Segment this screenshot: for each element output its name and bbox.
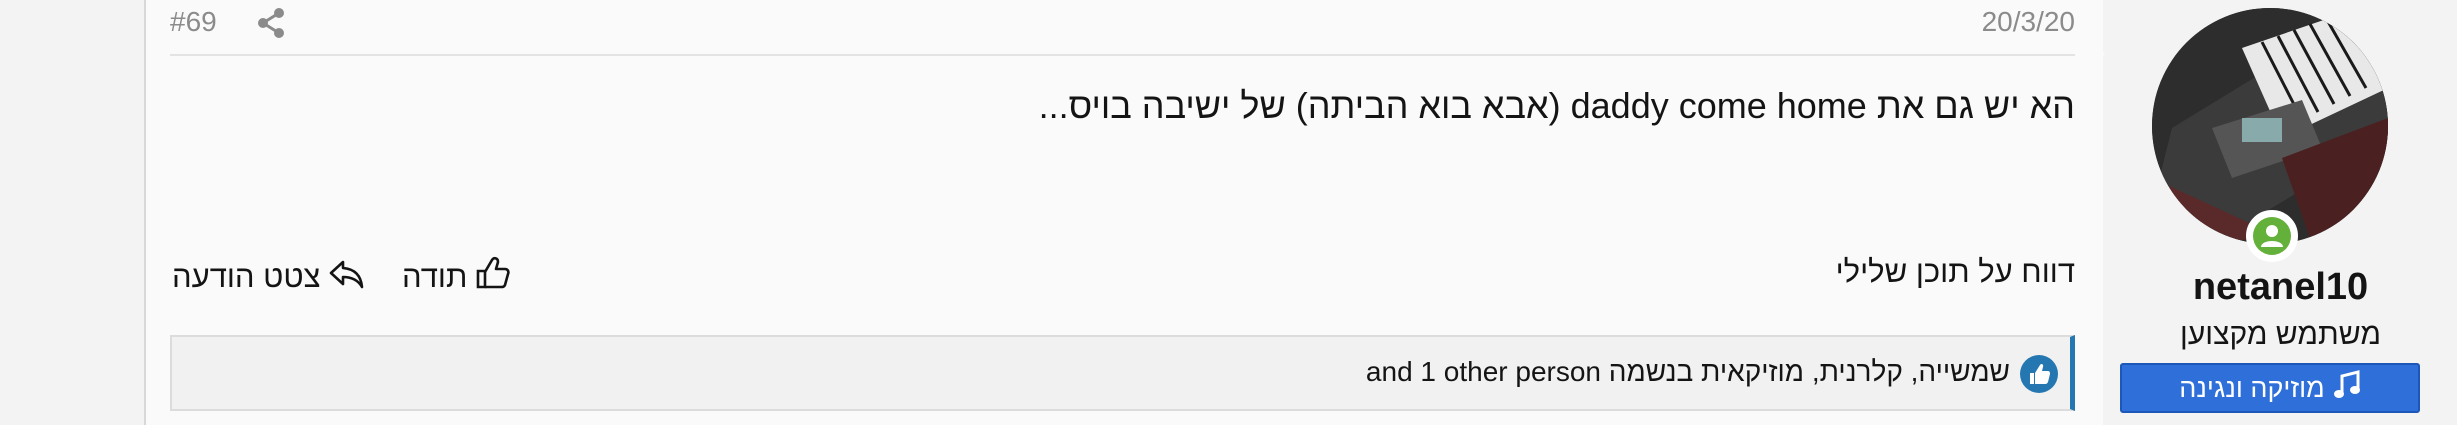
reply-icon [327,254,365,300]
author-username[interactable]: netanel10 [2104,266,2457,309]
quote-label: צטט הודעה [172,259,321,294]
post-number-link[interactable]: #69 [170,6,217,38]
like-label: תודה [402,259,468,294]
avatar[interactable] [2152,8,2388,244]
author-banner: מוזיקה ונגינה [2120,363,2420,413]
author-title: משתמש מקצוען [2180,318,2381,351]
post-pointer-arrow [2085,34,2105,74]
user-online-icon [2246,210,2298,262]
like-badge-icon [2020,355,2058,393]
report-link[interactable]: דווח על תוכן שלילי [1836,254,2075,290]
quote-button[interactable]: צטט הודעה [172,254,365,300]
post-body-text: הא יש גם את daddy come home (אבא בוא הבי… [1038,85,2075,126]
page-right-margin [2438,0,2457,425]
author-banner-label: מוזיקה ונגינה [2179,372,2325,403]
music-note-icon [2333,369,2361,407]
reactions-list[interactable]: שמשייה, קלרנית, מוזיקאית בנשמה and 1 oth… [1366,356,2010,388]
post-meta-bar: #69 20/3/20 [170,0,2075,56]
reactions-bar: שמשייה, קלרנית, מוזיקאית בנשמה and 1 oth… [170,335,2075,411]
share-icon[interactable] [256,6,286,40]
post-date-link[interactable]: 20/3/20 [1982,6,2075,38]
like-button[interactable]: תודה [402,254,511,300]
thumbs-up-icon [473,254,511,300]
